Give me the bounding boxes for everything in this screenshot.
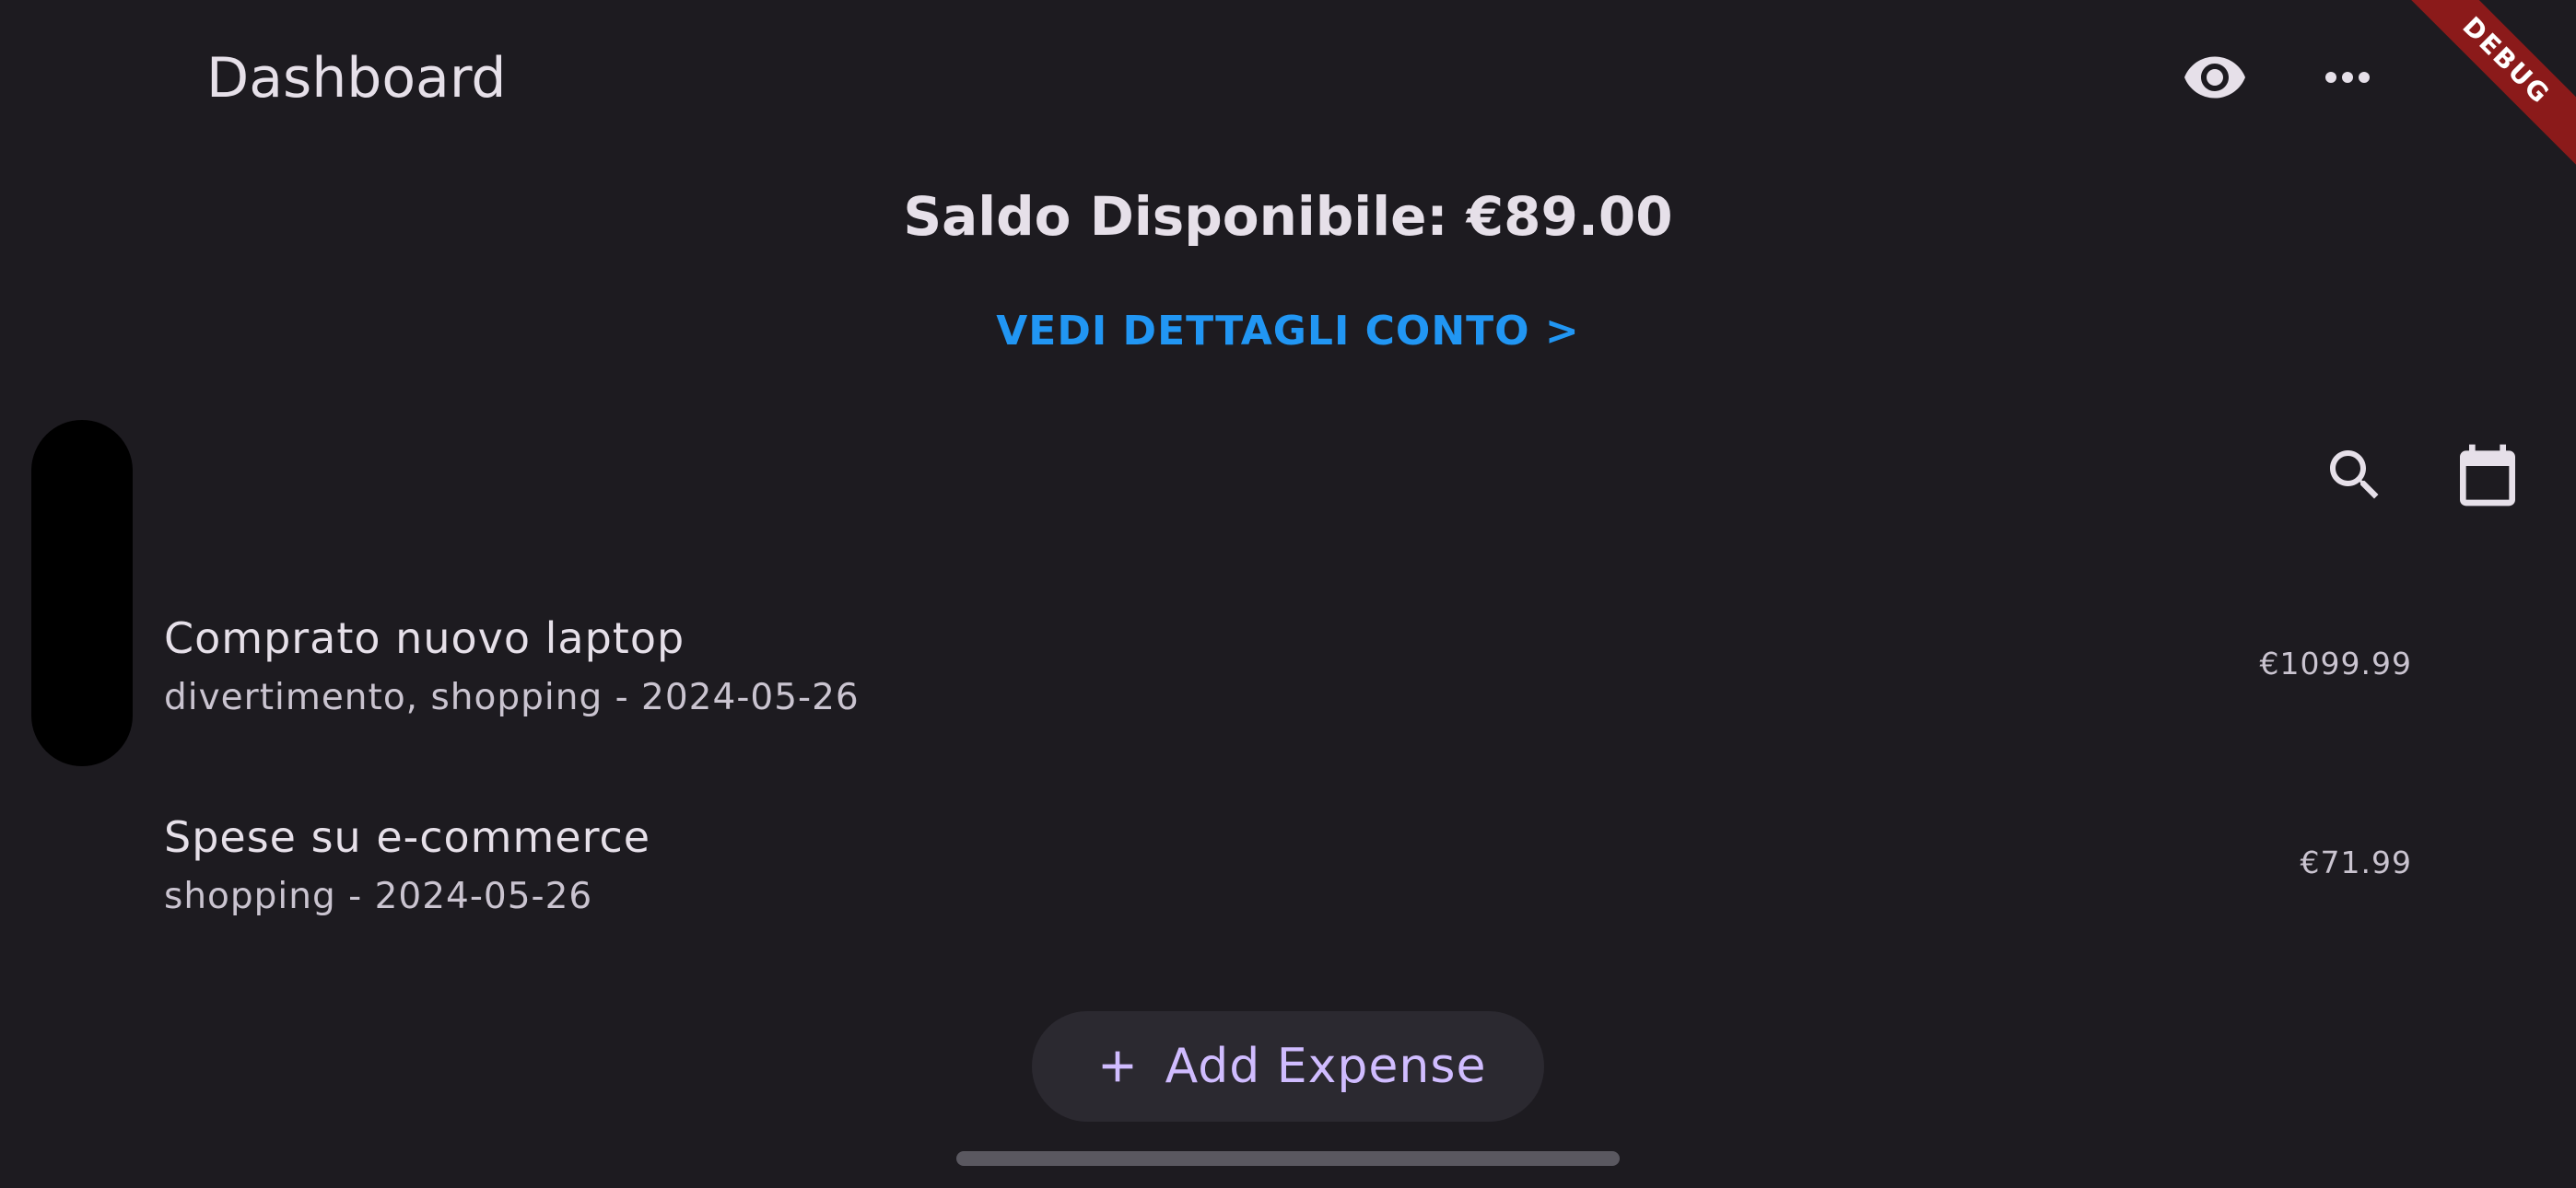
visibility-toggle-button[interactable] — [2171, 35, 2259, 123]
calendar-button[interactable] — [2443, 433, 2532, 521]
page-title: Dashboard — [206, 46, 507, 111]
expense-subtitle: divertimento, shopping - 2024-05-26 — [164, 677, 860, 718]
plus-icon — [1090, 1039, 1145, 1094]
balance-label: Saldo Disponibile: €89.00 — [903, 185, 1673, 248]
expense-subtitle: shopping - 2024-05-26 — [164, 876, 593, 917]
search-icon — [2322, 442, 2388, 512]
home-indicator[interactable] — [956, 1151, 1620, 1166]
more-horiz-icon — [2314, 44, 2381, 114]
account-details-link[interactable]: VEDI DETTAGLI CONTO > — [0, 299, 2576, 364]
debug-banner-label: DEBUG — [2392, 0, 2576, 176]
add-expense-label: Add Expense — [1165, 1039, 1487, 1094]
expense-list-item[interactable]: Comprato nuovo laptop divertimento, shop… — [0, 589, 2576, 783]
expense-amount: €1099.99 — [2259, 646, 2412, 681]
eye-icon — [2182, 44, 2248, 114]
expense-amount: €71.99 — [2300, 844, 2412, 880]
debug-banner: DEBUG — [2392, 0, 2576, 184]
expense-title: Comprato nuovo laptop — [164, 613, 685, 663]
add-expense-button[interactable]: Add Expense — [1032, 1011, 1544, 1122]
more-options-button[interactable] — [2303, 35, 2392, 123]
expense-title: Spese su e-commerce — [164, 812, 651, 862]
calendar-icon — [2451, 438, 2524, 516]
search-button[interactable] — [2311, 433, 2399, 521]
expense-list-item[interactable]: Spese su e-commerce shopping - 2024-05-2… — [0, 788, 2576, 982]
